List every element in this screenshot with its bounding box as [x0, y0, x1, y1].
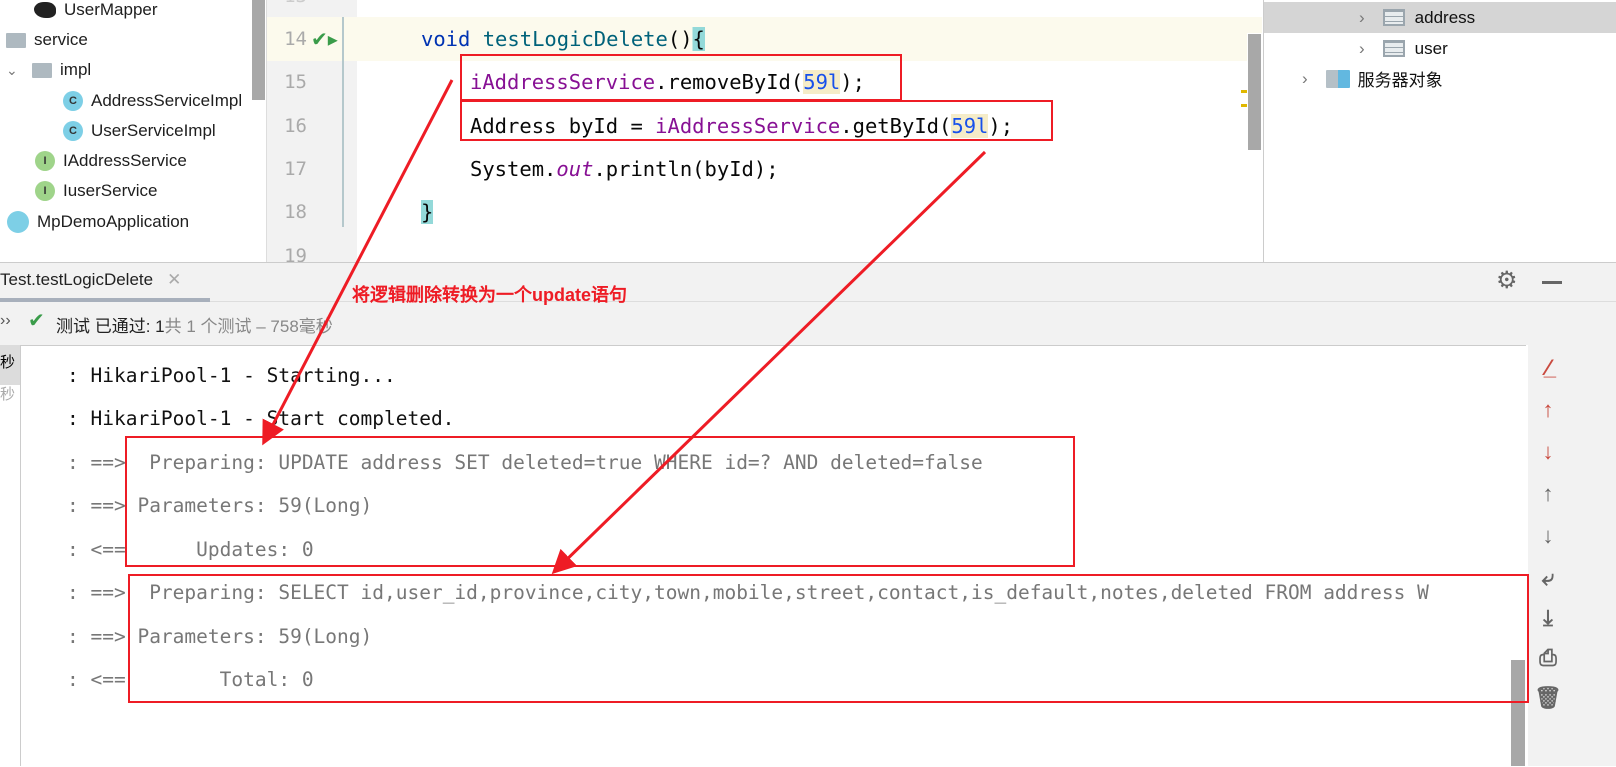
annotation-overlay: [125, 54, 1529, 703]
highlight-box: [460, 54, 902, 101]
highlight-box: [460, 100, 1053, 141]
annotation-arrow: [551, 150, 987, 575]
highlight-box: [128, 574, 1529, 703]
highlight-box: [125, 436, 1075, 567]
annotation-arrow: [262, 79, 454, 446]
